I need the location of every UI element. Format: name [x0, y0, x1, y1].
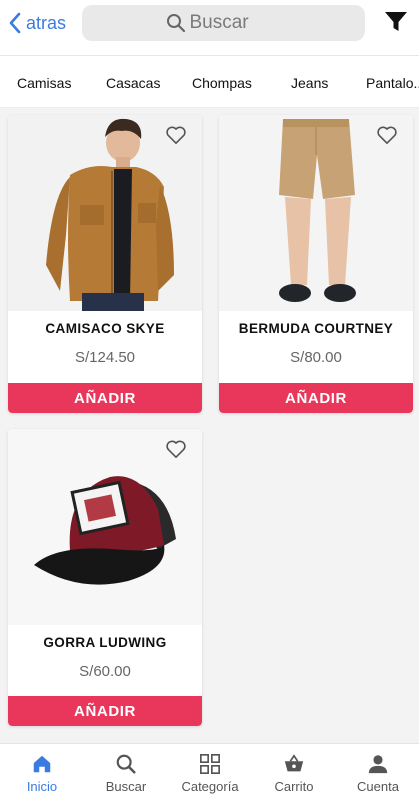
product-card[interactable]: BERMUDA COURTNEY S/80.00 AÑADIR: [219, 115, 413, 413]
user-icon: [368, 755, 388, 774]
product-price: S/124.50: [74, 349, 136, 366]
tab-jeans[interactable]: Jeans: [291, 75, 328, 91]
product-card[interactable]: GORRA LUDWING S/60.00 AÑADIR: [8, 429, 202, 726]
home-icon: [33, 755, 51, 773]
filter-icon[interactable]: [384, 11, 408, 33]
nav-item-buscar[interactable]: Buscar: [84, 744, 168, 800]
bottom-navigation: Inicio Buscar Categoría Carrito Cuenta: [0, 743, 419, 800]
back-button[interactable]: atras: [8, 10, 66, 36]
top-bar: atras: [0, 0, 419, 56]
product-name: GORRA LUDWING: [43, 635, 167, 650]
tab-casacas[interactable]: Casacas: [106, 75, 160, 91]
search-icon: [116, 754, 136, 774]
search-icon: [166, 14, 185, 33]
add-to-cart-button[interactable]: AÑADIR: [219, 383, 413, 413]
nav-item-cuenta[interactable]: Cuenta: [336, 744, 419, 800]
search-input[interactable]: [189, 12, 282, 34]
nav-label: Cuenta: [357, 779, 399, 794]
favorite-heart-icon[interactable]: [165, 125, 187, 145]
tab-camisas[interactable]: Camisas: [17, 75, 71, 91]
favorite-heart-icon[interactable]: [165, 439, 187, 459]
product-card[interactable]: CAMISACO SKYE S/124.50 AÑADIR: [8, 115, 202, 413]
nav-item-carrito[interactable]: Carrito: [252, 744, 336, 800]
product-name: BERMUDA COURTNEY: [238, 321, 394, 336]
product-name: CAMISACO SKYE: [45, 321, 165, 336]
tab-chompas[interactable]: Chompas: [192, 75, 252, 91]
search-bar[interactable]: [82, 5, 365, 41]
add-to-cart-button[interactable]: AÑADIR: [8, 696, 202, 726]
nav-label: Carrito: [274, 779, 314, 794]
add-to-cart-button[interactable]: AÑADIR: [8, 383, 202, 413]
nav-item-inicio[interactable]: Inicio: [0, 744, 84, 800]
favorite-heart-icon[interactable]: [376, 125, 398, 145]
category-tabs: Camisas Casacas Chompas Jeans Pantalo...: [0, 56, 419, 108]
nav-label: Categoría: [181, 779, 239, 794]
product-price: S/80.00: [290, 349, 342, 366]
tab-pantalones[interactable]: Pantalo...: [366, 75, 419, 91]
nav-label: Inicio: [26, 779, 58, 794]
nav-item-categoria[interactable]: Categoría: [168, 744, 252, 800]
back-label: atras: [26, 12, 67, 33]
grid-icon: [200, 754, 220, 774]
nav-label: Buscar: [105, 779, 147, 794]
product-price: S/60.00: [79, 663, 131, 680]
basket-icon: [284, 754, 304, 772]
chevron-left-icon: [9, 12, 21, 34]
